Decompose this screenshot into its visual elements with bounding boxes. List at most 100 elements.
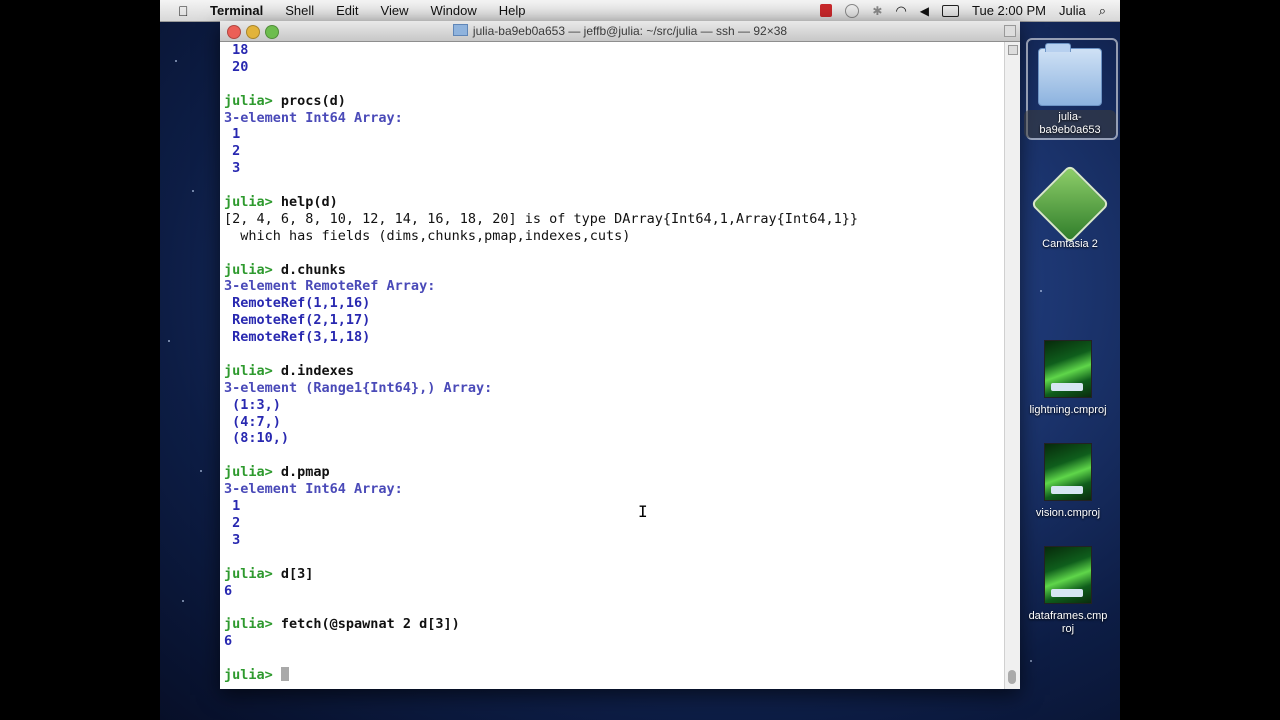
terminal-line: RemoteRef(1,1,16) bbox=[224, 295, 1004, 312]
terminal-command-line: julia> d.indexes bbox=[224, 363, 1004, 380]
command-text: procs(d) bbox=[280, 92, 346, 109]
command-text: d.indexes bbox=[280, 362, 355, 379]
terminal-line: (8:10,) bbox=[224, 430, 1004, 447]
star bbox=[200, 470, 202, 472]
folder-proxy-icon[interactable] bbox=[452, 24, 468, 36]
scroll-thumb[interactable] bbox=[1008, 670, 1016, 684]
letterbox-left bbox=[0, 0, 160, 720]
terminal-line: RemoteRef(3,1,18) bbox=[224, 329, 1004, 346]
terminal-line: 3 bbox=[224, 160, 1004, 177]
menu-shell[interactable]: Shell bbox=[274, 3, 325, 18]
desktop-icon-label: lightning.cmproj bbox=[1029, 404, 1107, 416]
command-text: d.chunks bbox=[280, 261, 346, 278]
terminal-line: RemoteRef(2,1,17) bbox=[224, 312, 1004, 329]
terminal-output-line: (4:7,) bbox=[224, 413, 281, 430]
terminal-output-line: 18 bbox=[224, 42, 249, 58]
window-titlebar[interactable]: julia-ba9eb0a653 — jeffb@julia: ~/src/ju… bbox=[220, 21, 1020, 42]
menu-bar:  Terminal Shell Edit View Window Help ✱… bbox=[160, 0, 1120, 22]
terminal-prompt-line: julia> bbox=[224, 666, 1004, 684]
folder-icon bbox=[1038, 43, 1102, 106]
text-cursor[interactable] bbox=[280, 666, 289, 681]
camtasia-icon bbox=[1030, 164, 1110, 244]
julia-prompt: julia> bbox=[224, 261, 281, 278]
terminal-command-line: julia> procs(d) bbox=[224, 93, 1004, 110]
letterbox-right bbox=[1120, 0, 1280, 720]
record-icon[interactable] bbox=[820, 4, 833, 17]
terminal-output-line: 3 bbox=[224, 160, 241, 177]
terminal-line: 3 bbox=[224, 532, 1004, 549]
minimize-button[interactable] bbox=[246, 25, 260, 39]
terminal-line: 6 bbox=[224, 583, 1004, 600]
terminal-output-line: RemoteRef(3,1,18) bbox=[224, 329, 371, 346]
bluetooth-icon[interactable]: ✱ bbox=[872, 4, 882, 18]
terminal-window: julia-ba9eb0a653 — jeffb@julia: ~/src/ju… bbox=[220, 21, 1020, 689]
scroll-arrow-up[interactable] bbox=[1008, 45, 1018, 55]
terminal-output-line: RemoteRef(1,1,16) bbox=[224, 295, 371, 312]
terminal-output-line: 6 bbox=[224, 633, 233, 650]
menu-window[interactable]: Window bbox=[420, 3, 488, 18]
menu-clock[interactable]: Tue 2:00 PM bbox=[972, 3, 1046, 18]
julia-prompt: julia> bbox=[224, 194, 281, 211]
menu-help[interactable]: Help bbox=[488, 3, 537, 18]
ibeam-cursor-icon: I bbox=[638, 502, 648, 521]
star bbox=[1040, 290, 1042, 292]
zoom-button[interactable] bbox=[265, 25, 279, 39]
terminal-line: 20 bbox=[224, 59, 1004, 76]
desktop-icon-label: dataframes.cmproj bbox=[1028, 610, 1108, 635]
terminal-line: 6 bbox=[224, 633, 1004, 650]
julia-prompt: julia> bbox=[224, 616, 281, 633]
desktop-file-dataframes[interactable]: dataframes.cmproj bbox=[1022, 546, 1114, 636]
close-button[interactable] bbox=[227, 25, 241, 39]
wifi-icon[interactable]: ◠ bbox=[895, 3, 906, 19]
terminal-output-line: 3-element RemoteRef Array: bbox=[224, 278, 436, 295]
desktop:  Terminal Shell Edit View Window Help ✱… bbox=[160, 0, 1120, 720]
terminal-output-line: (1:3,) bbox=[224, 396, 281, 413]
cmproj-icon bbox=[1044, 340, 1092, 398]
cmproj-icon bbox=[1044, 546, 1092, 604]
command-text: d[3] bbox=[280, 565, 314, 582]
star bbox=[192, 190, 194, 192]
vertical-scrollbar[interactable] bbox=[1004, 42, 1020, 689]
menu-edit[interactable]: Edit bbox=[325, 3, 369, 18]
desktop-file-lightning[interactable]: lightning.cmproj bbox=[1022, 340, 1114, 417]
menu-app-name[interactable]: Terminal bbox=[198, 3, 274, 18]
terminal-output[interactable]: 18 20 julia> procs(d) 3-element Int64 Arra… bbox=[224, 42, 1004, 687]
window-title: julia-ba9eb0a653 — jeffb@julia: ~/src/ju… bbox=[472, 24, 788, 38]
julia-prompt: julia> bbox=[224, 464, 281, 481]
star bbox=[175, 60, 177, 62]
volume-icon[interactable]: ◀ bbox=[920, 4, 929, 18]
terminal-command-line: julia> fetch(@spawnat 2 d[3]) bbox=[224, 616, 1004, 633]
terminal-output-line: 2 bbox=[224, 514, 241, 531]
display-icon[interactable] bbox=[942, 4, 960, 17]
menu-view[interactable]: View bbox=[370, 3, 420, 18]
terminal-command-line: julia> d.chunks bbox=[224, 262, 1004, 279]
terminal-output-line: 3-element (Range1{Int64},) Array: bbox=[224, 379, 493, 396]
time-machine-icon[interactable] bbox=[845, 3, 860, 18]
terminal-output-line: 2 bbox=[224, 143, 241, 160]
terminal-output-line: which has fields (dims,chunks,pmap,index… bbox=[224, 227, 631, 244]
desktop-folder-julia[interactable]: julia-ba9eb0a653 bbox=[1024, 43, 1116, 138]
terminal-line: 18 bbox=[224, 42, 1004, 59]
desktop-app-camtasia[interactable]: Camtasia 2 bbox=[1024, 164, 1116, 251]
toolbar-toggle-button[interactable] bbox=[1004, 25, 1016, 37]
apple-menu-icon[interactable]:  bbox=[178, 3, 198, 19]
desktop-file-vision[interactable]: vision.cmproj bbox=[1022, 443, 1114, 520]
terminal-line: which has fields (dims,chunks,pmap,index… bbox=[224, 228, 1004, 245]
terminal-output-line: (8:10,) bbox=[224, 430, 290, 447]
spotlight-search-icon[interactable]: ⌕ bbox=[1099, 3, 1106, 19]
terminal-command-line: julia> d.pmap bbox=[224, 464, 1004, 481]
terminal-output-line: RemoteRef(2,1,17) bbox=[224, 312, 371, 329]
terminal-line: 3-element Int64 Array: bbox=[224, 481, 1004, 498]
desktop-icon-label: vision.cmproj bbox=[1035, 507, 1101, 519]
menu-user[interactable]: Julia bbox=[1059, 3, 1086, 18]
command-text: help(d) bbox=[280, 194, 338, 211]
command-text: fetch(@spawnat 2 d[3]) bbox=[280, 616, 460, 633]
